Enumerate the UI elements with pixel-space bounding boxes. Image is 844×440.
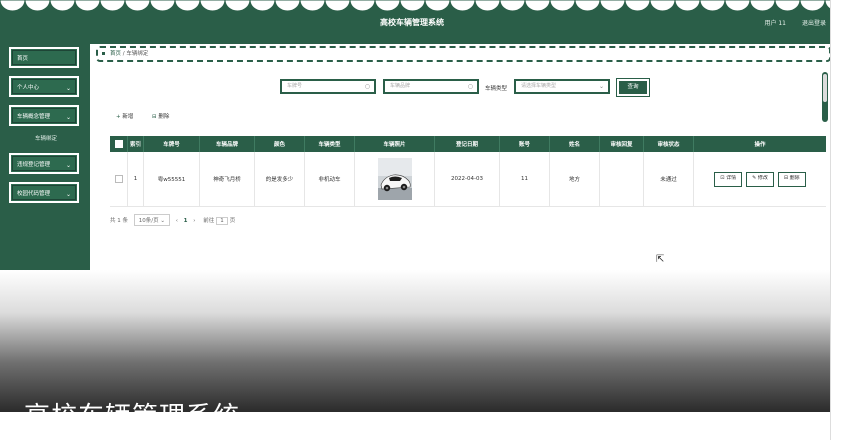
- col-header: 车辆类型: [305, 136, 355, 152]
- sidebar-item-label: 违规登记管理: [17, 162, 51, 168]
- sidebar-item-label: 车辆概念管理: [17, 114, 51, 120]
- col-header: 操作: [754, 142, 766, 148]
- col-header: 颜色: [255, 136, 305, 152]
- sidebar-item-vehicle-management[interactable]: 车辆概念管理 ⌄: [9, 105, 79, 126]
- cell-account: 11: [500, 152, 550, 206]
- sidebar-subitem-vehicle-binding[interactable]: 车辆绑定: [35, 134, 57, 142]
- breadcrumb: 首页 / 车辆绑定: [96, 46, 830, 62]
- overlay-title: 高校车辆管理系统: [24, 396, 240, 412]
- user-name: 用户 11: [764, 20, 786, 27]
- plus-icon: +: [116, 114, 121, 120]
- car-type-placeholder: 请选择车辆类型: [521, 83, 557, 89]
- chevron-down-icon: ⌄: [65, 191, 71, 198]
- breadcrumb-separator: /: [122, 51, 125, 57]
- next-page-button[interactable]: ›: [193, 218, 195, 224]
- chevron-down-icon: ⌄: [65, 162, 71, 169]
- add-button[interactable]: + 新增: [116, 112, 133, 120]
- chevron-down-icon: ⌄: [598, 83, 604, 90]
- scrollbar[interactable]: [822, 72, 828, 122]
- page-size-value: 10条/页: [138, 218, 159, 224]
- cell-type: 非机动车: [305, 152, 355, 206]
- cell-plate: 粤w55551: [144, 152, 200, 206]
- col-header: 车辆品牌: [200, 136, 255, 152]
- goto-suffix: 页: [229, 218, 236, 224]
- car-photo: [377, 158, 412, 200]
- top-header: 高校车辆管理系统 用户 11 退出登录: [0, 0, 830, 44]
- col-header: 登记日期: [435, 136, 500, 152]
- chevron-down-icon: ⌄: [65, 114, 71, 121]
- edit-button[interactable]: ✎ 修改: [746, 171, 774, 187]
- col-header: 审核状态: [644, 136, 694, 152]
- edit-label: 修改: [757, 174, 768, 181]
- brand-placeholder: 车辆品牌: [390, 83, 411, 89]
- cell-reply: [600, 152, 644, 206]
- col-header: 审核回复: [600, 136, 644, 152]
- brand-search-input[interactable]: 车辆品牌 ○: [383, 79, 479, 94]
- trash-icon: ⊟: [152, 114, 157, 120]
- search-icon: ○: [467, 83, 473, 90]
- sidebar-item-home[interactable]: 首页: [9, 47, 79, 68]
- sidebar-item-label: 首页: [17, 56, 29, 62]
- app-window: 高校车辆管理系统 用户 11 退出登录 首页 个人中心 ⌄ 车辆概念管理 ⌄ 车…: [0, 0, 830, 412]
- search-icon: ○: [364, 83, 370, 90]
- scrollbar-thumb[interactable]: [823, 74, 827, 102]
- sidebar-item-label: 个人中心: [17, 85, 40, 91]
- row-checkbox[interactable]: [110, 152, 128, 206]
- vehicle-table: 索引 车牌号 车辆品牌 颜色 车辆类型 车辆照片 登记日期 账号 姓名 审核回复…: [110, 136, 826, 207]
- batch-delete-button[interactable]: ⊟ 删除: [152, 112, 169, 120]
- plate-placeholder: 车牌号: [287, 83, 303, 89]
- detail-label: 详情: [726, 174, 737, 181]
- system-title: 高校车辆管理系统: [380, 18, 444, 27]
- select-all-checkbox[interactable]: [110, 136, 128, 152]
- breadcrumb-home[interactable]: 首页: [110, 51, 121, 57]
- table-header: 索引 车牌号 车辆品牌 颜色 车辆类型 车辆照片 登记日期 账号 姓名 审核回复…: [110, 136, 826, 152]
- current-page[interactable]: 1: [184, 218, 188, 224]
- cell-color: 的是发多少: [255, 152, 305, 206]
- mouse-cursor-icon: ⇱: [656, 254, 665, 265]
- goto-label: 前往: [203, 218, 215, 224]
- col-header: 索引: [128, 136, 144, 152]
- plate-search-input[interactable]: 车牌号 ○: [280, 79, 376, 94]
- sidebar-item-personal-center[interactable]: 个人中心 ⌄: [9, 76, 79, 97]
- col-header: 车辆照片: [355, 136, 435, 152]
- right-edge-strip: [830, 0, 844, 440]
- delete-button[interactable]: ⊟ 删除: [777, 171, 806, 187]
- sidebar-item-label: 校园代码管理: [17, 191, 51, 197]
- add-label: 新增: [122, 114, 134, 120]
- bottom-fade-overlay: [0, 270, 830, 412]
- car-type-label: 车辆类型: [485, 86, 508, 92]
- prev-page-button[interactable]: ‹: [176, 218, 178, 224]
- cell-actions: ⊡ 详情 ✎ 修改 ⊟ 删除: [694, 152, 826, 206]
- chevron-down-icon: ⌄: [65, 85, 71, 92]
- delete-label: 删除: [789, 174, 800, 181]
- delete-label: 删除: [158, 114, 170, 120]
- goto-page-input[interactable]: 1: [215, 217, 228, 225]
- cell-photo: [355, 152, 435, 206]
- sidebar-item-violation-management[interactable]: 违规登记管理 ⌄: [9, 153, 79, 174]
- cell-brand: 神奇飞月桥: [200, 152, 255, 206]
- watermark: CSDN @罗曼计算机毕设程序: [632, 412, 830, 430]
- col-header: 账号: [500, 136, 550, 152]
- sidebar-item-campus-code-management[interactable]: 校园代码管理 ⌄: [9, 182, 79, 203]
- table-row: 1 粤w55551 神奇飞月桥 的是发多少 非机动车 2022-04-03 11…: [110, 152, 826, 207]
- col-header: 姓名: [550, 136, 600, 152]
- query-button[interactable]: 查询: [616, 78, 650, 97]
- detail-button[interactable]: ⊡ 详情: [714, 171, 743, 187]
- col-header: 车牌号: [144, 136, 200, 152]
- cell-date: 2022-04-03: [435, 152, 500, 206]
- car-type-select[interactable]: 请选择车辆类型 ⌄: [514, 79, 610, 94]
- cell-index: 1: [128, 152, 144, 206]
- cell-name: 地方: [550, 152, 600, 206]
- breadcrumb-marker: [102, 52, 105, 55]
- logout-link[interactable]: 退出登录: [802, 18, 826, 27]
- breadcrumb-current: 车辆绑定: [126, 51, 149, 57]
- pagination: 共 1 条 10条/页 ⌄ ‹ 1 › 前往 1 页: [110, 214, 235, 226]
- page-size-select[interactable]: 10条/页 ⌄: [133, 214, 170, 226]
- cell-status: 未通过: [644, 152, 694, 206]
- total-count: 共 1 条: [110, 218, 128, 224]
